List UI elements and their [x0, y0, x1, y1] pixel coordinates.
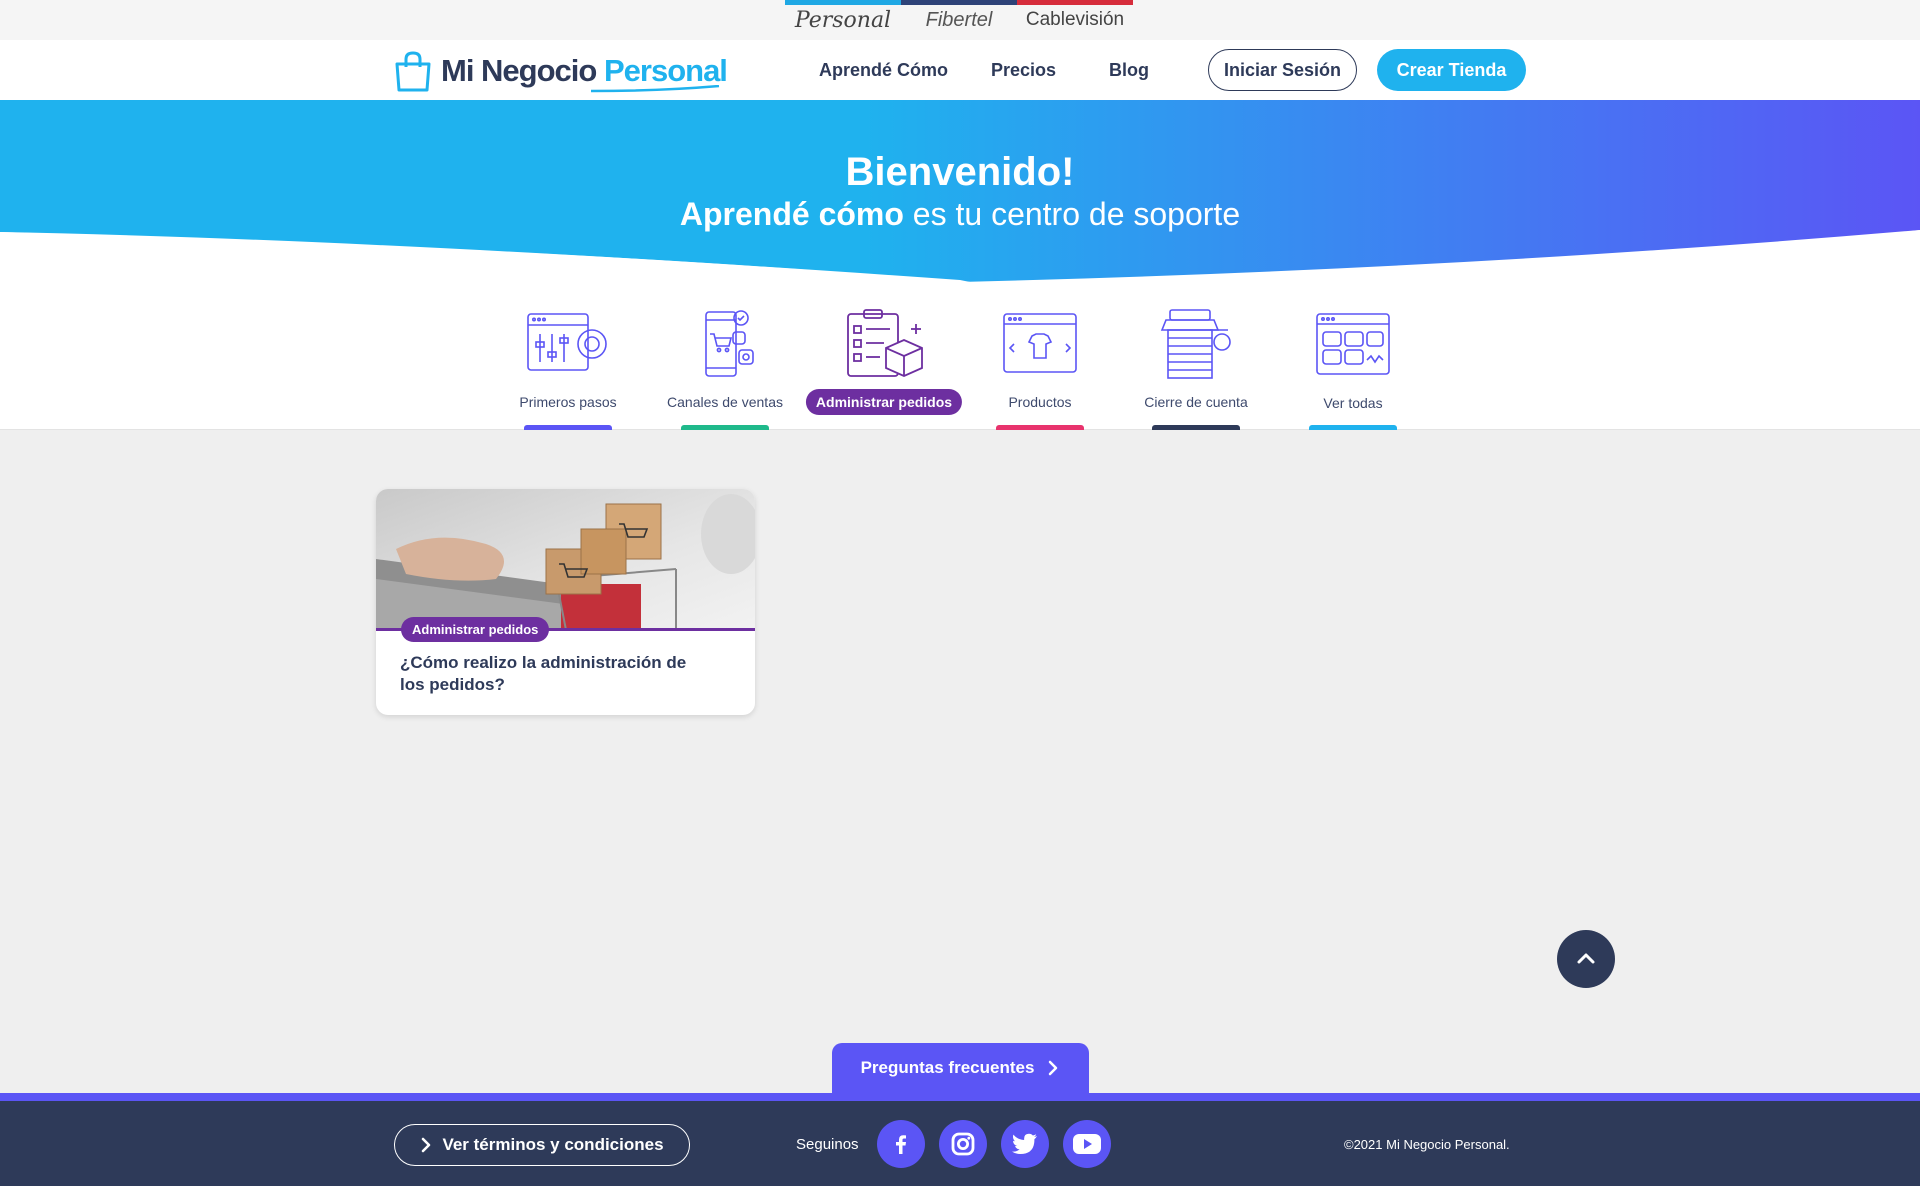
category-underline — [996, 425, 1084, 430]
site-logo[interactable]: Mi Negocio Personal — [393, 50, 728, 93]
mobile-shop-icon — [705, 310, 754, 377]
category-underline — [524, 425, 612, 430]
logo-swoosh — [590, 85, 720, 93]
category-label: Canales de ventas — [667, 394, 783, 410]
hero-title: Bienvenido! — [845, 150, 1075, 194]
category-nav: Primeros pasos Canales de ventas Adminis… — [0, 282, 1920, 430]
category-cierre-de-cuenta[interactable]: Cierre de cuenta — [1116, 282, 1276, 430]
category-ver-todas[interactable]: Ver todas — [1273, 282, 1433, 430]
logo-text-part1: Mi Negocio — [441, 53, 597, 88]
brand-label: Cablevisión — [1025, 9, 1125, 30]
nav-pricing[interactable]: Precios — [991, 40, 1056, 100]
login-button[interactable]: Iniciar Sesión — [1208, 49, 1357, 91]
clipboard-box-icon — [847, 309, 923, 377]
grid-window-icon — [1316, 313, 1390, 375]
youtube-icon[interactable] — [1063, 1120, 1111, 1168]
category-label: Ver todas — [1323, 395, 1383, 411]
category-productos[interactable]: Productos — [960, 282, 1120, 430]
scroll-top-button[interactable] — [1557, 930, 1615, 988]
card-category-tag: Administrar pedidos — [401, 617, 550, 642]
follow-label: Seguinos — [796, 1136, 859, 1153]
faq-label: Preguntas frecuentes — [860, 1058, 1035, 1077]
category-label: Productos — [1008, 394, 1072, 410]
category-label: Primeros pasos — [519, 394, 617, 410]
card-title[interactable]: ¿Cómo realizo la administración de los p… — [400, 652, 690, 696]
product-window-icon — [1003, 313, 1077, 373]
brand-tab-fibertel[interactable]: Fibertel — [901, 0, 1017, 40]
category-label: Cierre de cuenta — [1144, 394, 1248, 410]
brand-tabs: Personal Fibertel Cablevisión — [785, 0, 1133, 40]
category-underline — [681, 425, 769, 430]
brand-bar: Personal Fibertel Cablevisión — [0, 0, 1920, 40]
terms-label: Ver términos y condiciones — [442, 1135, 664, 1154]
hero-banner: Bienvenido! Aprendé cómo es tu centro de… — [0, 100, 1920, 282]
brand-label: Fibertel — [925, 8, 993, 31]
chevron-right-icon — [422, 1137, 431, 1153]
nav-blog[interactable]: Blog — [1109, 40, 1149, 100]
nav-pricing-link[interactable]: Precios — [991, 60, 1056, 81]
category-primeros-pasos[interactable]: Primeros pasos — [488, 282, 648, 430]
twitter-icon[interactable] — [1001, 1120, 1049, 1168]
shopping-bag-icon — [395, 51, 431, 92]
closed-store-icon — [1160, 309, 1231, 379]
site-header: Mi Negocio Personal Aprendé Cómo Precios… — [0, 40, 1920, 100]
chevron-right-icon — [1049, 1060, 1058, 1076]
site-footer: Ver términos y condiciones Seguinos ©202… — [0, 1101, 1920, 1186]
hero-subtitle-rest: es tu centro de soporte — [912, 196, 1241, 232]
faq-button[interactable]: Preguntas frecuentes — [832, 1043, 1089, 1093]
hero-subtitle-bold: Aprendé cómo — [679, 196, 904, 232]
create-store-button[interactable]: Crear Tienda — [1377, 49, 1526, 91]
copyright-text: ©2021 Mi Negocio Personal. — [1344, 1137, 1510, 1152]
instagram-icon[interactable] — [939, 1120, 987, 1168]
card-image — [376, 489, 755, 630]
brand-tab-personal[interactable]: Personal — [785, 0, 901, 40]
brand-tab-cablevision[interactable]: Cablevisión — [1017, 0, 1133, 40]
category-administrar-pedidos[interactable]: Administrar pedidos — [804, 282, 964, 430]
facebook-icon[interactable] — [877, 1120, 925, 1168]
logo-text-part2: Personal — [603, 53, 728, 88]
category-label-active: Administrar pedidos — [805, 389, 963, 415]
chevron-up-icon — [1577, 953, 1595, 964]
nav-blog-link[interactable]: Blog — [1109, 60, 1149, 81]
article-card[interactable]: Administrar pedidos ¿Cómo realizo la adm… — [376, 489, 755, 715]
settings-window-icon — [527, 313, 607, 371]
nav-learn-link[interactable]: Aprendé Cómo — [819, 60, 948, 81]
terms-button[interactable]: Ver términos y condiciones — [394, 1124, 690, 1166]
category-canales-de-ventas[interactable]: Canales de ventas — [645, 282, 805, 430]
faq-strip — [0, 1093, 1920, 1101]
nav-learn[interactable]: Aprendé Cómo — [819, 40, 948, 100]
category-underline — [1309, 425, 1397, 430]
category-underline — [1152, 425, 1240, 430]
hero-subtitle: Aprendé cómo es tu centro de soporte — [0, 196, 1920, 233]
brand-label: Personal — [794, 7, 892, 33]
